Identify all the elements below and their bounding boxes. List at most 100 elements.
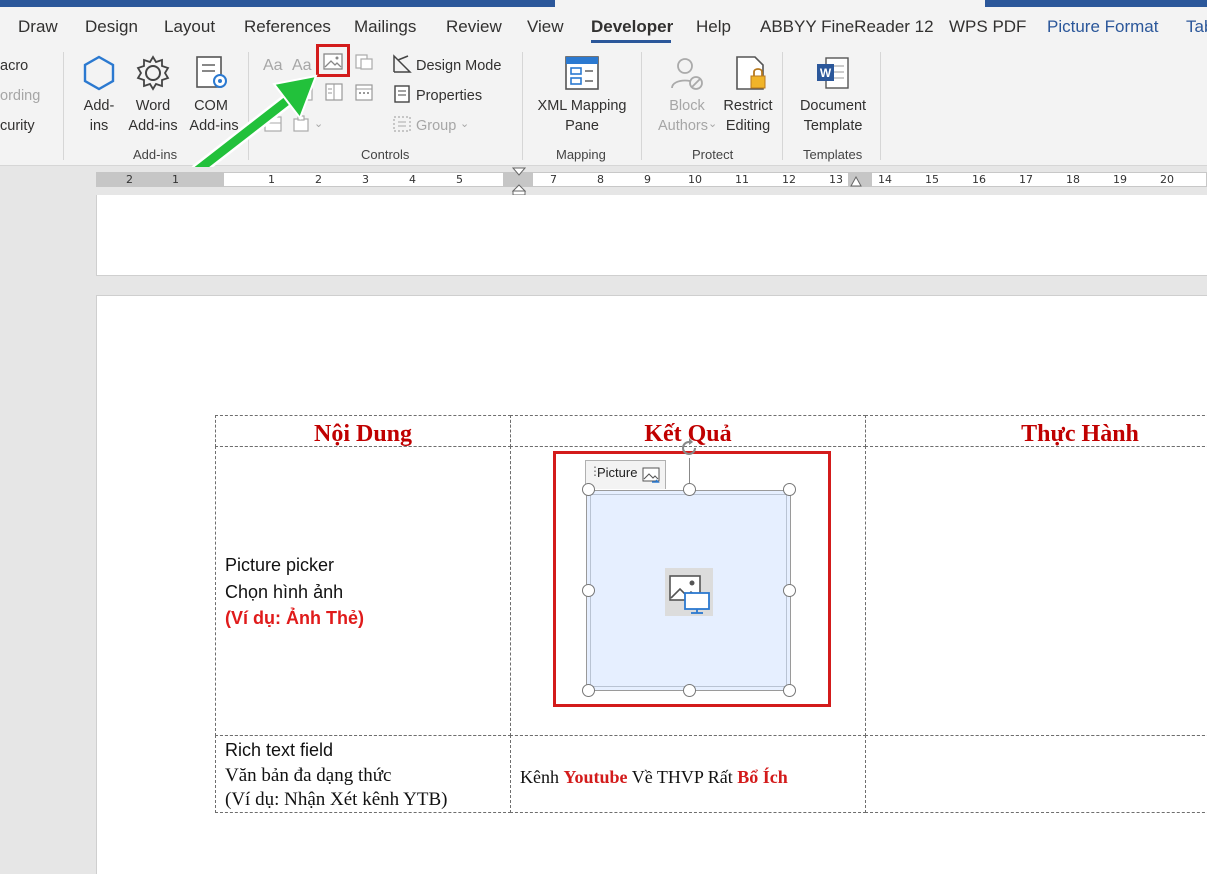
row1-example: (Ví dụ: Ảnh Thẻ) — [225, 608, 364, 628]
ruler-number: 1 — [172, 173, 179, 186]
mapping-group-label: Mapping — [556, 147, 606, 162]
resize-handle-sw[interactable] — [582, 684, 595, 697]
picture-control-tag[interactable]: ⋮ Picture — [585, 460, 666, 489]
ruler-number: 11 — [735, 173, 749, 186]
tab-table-cut[interactable]: Tab — [1186, 17, 1207, 37]
ruler-number: 15 — [925, 173, 939, 186]
block-authors-label-1: Block — [669, 98, 705, 114]
header-noi-dung: Nội Dung — [313, 421, 413, 447]
protect-group-label: Protect — [692, 147, 734, 162]
ribbon: acro ording curity Add- ins Word Add-ins… — [0, 44, 1207, 177]
horizontal-ruler[interactable]: 2 1 1 2 3 4 5 7 8 9 10 11 12 13 14 15 16… — [0, 167, 1207, 195]
date-picker-control-icon[interactable] — [354, 82, 374, 102]
table-cell[interactable]: Kênh Youtube Về THVP Rất Bổ Ích — [510, 735, 866, 813]
xml-mapping-icon — [565, 56, 599, 90]
tab-draw[interactable]: Draw — [18, 17, 58, 37]
tab-mailings[interactable]: Mailings — [354, 17, 416, 37]
ruler-left-margin — [96, 172, 224, 187]
group-separator — [880, 52, 881, 160]
row2-line2: Văn bản đa dạng thức — [225, 765, 392, 786]
result-part-1: Kênh — [520, 767, 564, 787]
ruler-number: 20 — [1160, 173, 1174, 186]
title-bar-gap — [555, 0, 985, 7]
resize-handle-ne[interactable] — [783, 483, 796, 496]
rich-text-result[interactable]: Kênh Youtube Về THVP Rất Bổ Ích — [520, 764, 788, 790]
tab-design[interactable]: Design — [85, 17, 138, 37]
group-separator — [782, 52, 783, 160]
ribbon-tab-bar: Draw Design Layout References Mailings R… — [0, 0, 1207, 46]
gear-icon — [136, 55, 170, 91]
tab-developer[interactable]: Developer — [591, 17, 673, 37]
tab-wps-pdf[interactable]: WPS PDF — [949, 17, 1026, 37]
ruler-number: 8 — [597, 173, 604, 186]
ruler-number: 19 — [1113, 173, 1127, 186]
building-block-icon[interactable] — [354, 52, 374, 72]
ruler-number: 7 — [550, 173, 557, 186]
record-macro-label[interactable]: ording — [0, 86, 40, 106]
document-template-icon: W — [817, 57, 849, 89]
right-indent-marker[interactable] — [850, 175, 862, 189]
row2-line3: (Ví dụ: Nhận Xét kênh YTB) — [225, 789, 448, 810]
tab-references[interactable]: References — [244, 17, 331, 37]
add-ins-group-label: Add-ins — [133, 147, 178, 162]
table-cell[interactable]: Picture picker Chọn hình ảnh (Ví dụ: Ảnh… — [215, 446, 511, 736]
properties-icon — [394, 85, 410, 103]
macro-security-button[interactable]: curity — [0, 116, 35, 136]
indent-marker[interactable] — [512, 167, 526, 195]
rotate-handle-icon[interactable] — [677, 436, 701, 460]
block-authors-icon — [671, 58, 703, 90]
add-ins-label-1: Add- — [83, 98, 115, 114]
tab-view[interactable]: View — [527, 17, 564, 37]
resize-handle-nw[interactable] — [582, 483, 595, 496]
table-cell[interactable]: Rich text field Văn bản đa dạng thức (Ví… — [215, 735, 511, 813]
picture-placeholder-icon[interactable] — [665, 568, 713, 616]
design-mode-button[interactable]: Design Mode — [416, 56, 501, 76]
result-part-3: Về THVP Rất — [627, 767, 738, 787]
ruler-number: 2 — [126, 173, 133, 186]
row2-line1: Rich text field — [225, 740, 334, 760]
row1-line1: Picture picker — [225, 555, 335, 575]
xml-mapping-label-1: XML Mapping — [537, 98, 627, 114]
table-header-cell[interactable]: Nội Dung — [215, 415, 511, 447]
table-cell[interactable] — [865, 446, 1207, 736]
page-previous — [96, 195, 1207, 276]
properties-button[interactable]: Properties — [416, 86, 482, 106]
resize-handle-e[interactable] — [783, 584, 796, 597]
group-icon — [393, 116, 411, 132]
resize-handle-n[interactable] — [683, 483, 696, 496]
picture-tag-label: Picture — [597, 465, 638, 480]
ruler-number: 14 — [878, 173, 892, 186]
document-template-label-2: Template — [803, 118, 863, 134]
restrict-editing-icon — [736, 56, 766, 90]
resize-handle-s[interactable] — [683, 684, 696, 697]
ruler-bar — [96, 172, 1207, 187]
row1-line2: Chọn hình ảnh — [225, 582, 344, 602]
word-add-ins-label-2: Add-ins — [128, 118, 178, 134]
ruler-number: 2 — [315, 173, 322, 186]
svg-text:W: W — [820, 66, 832, 80]
tab-layout[interactable]: Layout — [164, 17, 215, 37]
macro-security-label[interactable]: acro — [0, 56, 28, 76]
resize-handle-se[interactable] — [783, 684, 796, 697]
ruler-number: 18 — [1066, 173, 1080, 186]
tab-review[interactable]: Review — [446, 17, 502, 37]
ruler-number: 9 — [644, 173, 651, 186]
restrict-editing-label-2: Editing — [725, 118, 771, 134]
controls-group-label: Controls — [361, 147, 410, 162]
resize-handle-w[interactable] — [582, 584, 595, 597]
tab-help[interactable]: Help — [696, 17, 731, 37]
tab-abbyy[interactable]: ABBYY FineReader 12 — [760, 17, 934, 37]
group-dropdown-chevron-icon[interactable]: ⌄ — [460, 114, 469, 134]
document-template-label-1: Document — [799, 98, 867, 114]
ruler-number: 16 — [972, 173, 986, 186]
group-separator — [641, 52, 642, 160]
group-separator — [522, 52, 523, 160]
ruler-number: 10 — [688, 173, 702, 186]
table-header-cell[interactable]: Thực Hành — [865, 415, 1207, 447]
xml-mapping-label-2: Pane — [565, 118, 599, 134]
ruler-number: 5 — [456, 173, 463, 186]
table-cell[interactable] — [865, 735, 1207, 813]
group-button[interactable]: Group — [416, 116, 456, 136]
tab-picture-format[interactable]: Picture Format — [1047, 17, 1158, 37]
ruler-number: 17 — [1019, 173, 1033, 186]
